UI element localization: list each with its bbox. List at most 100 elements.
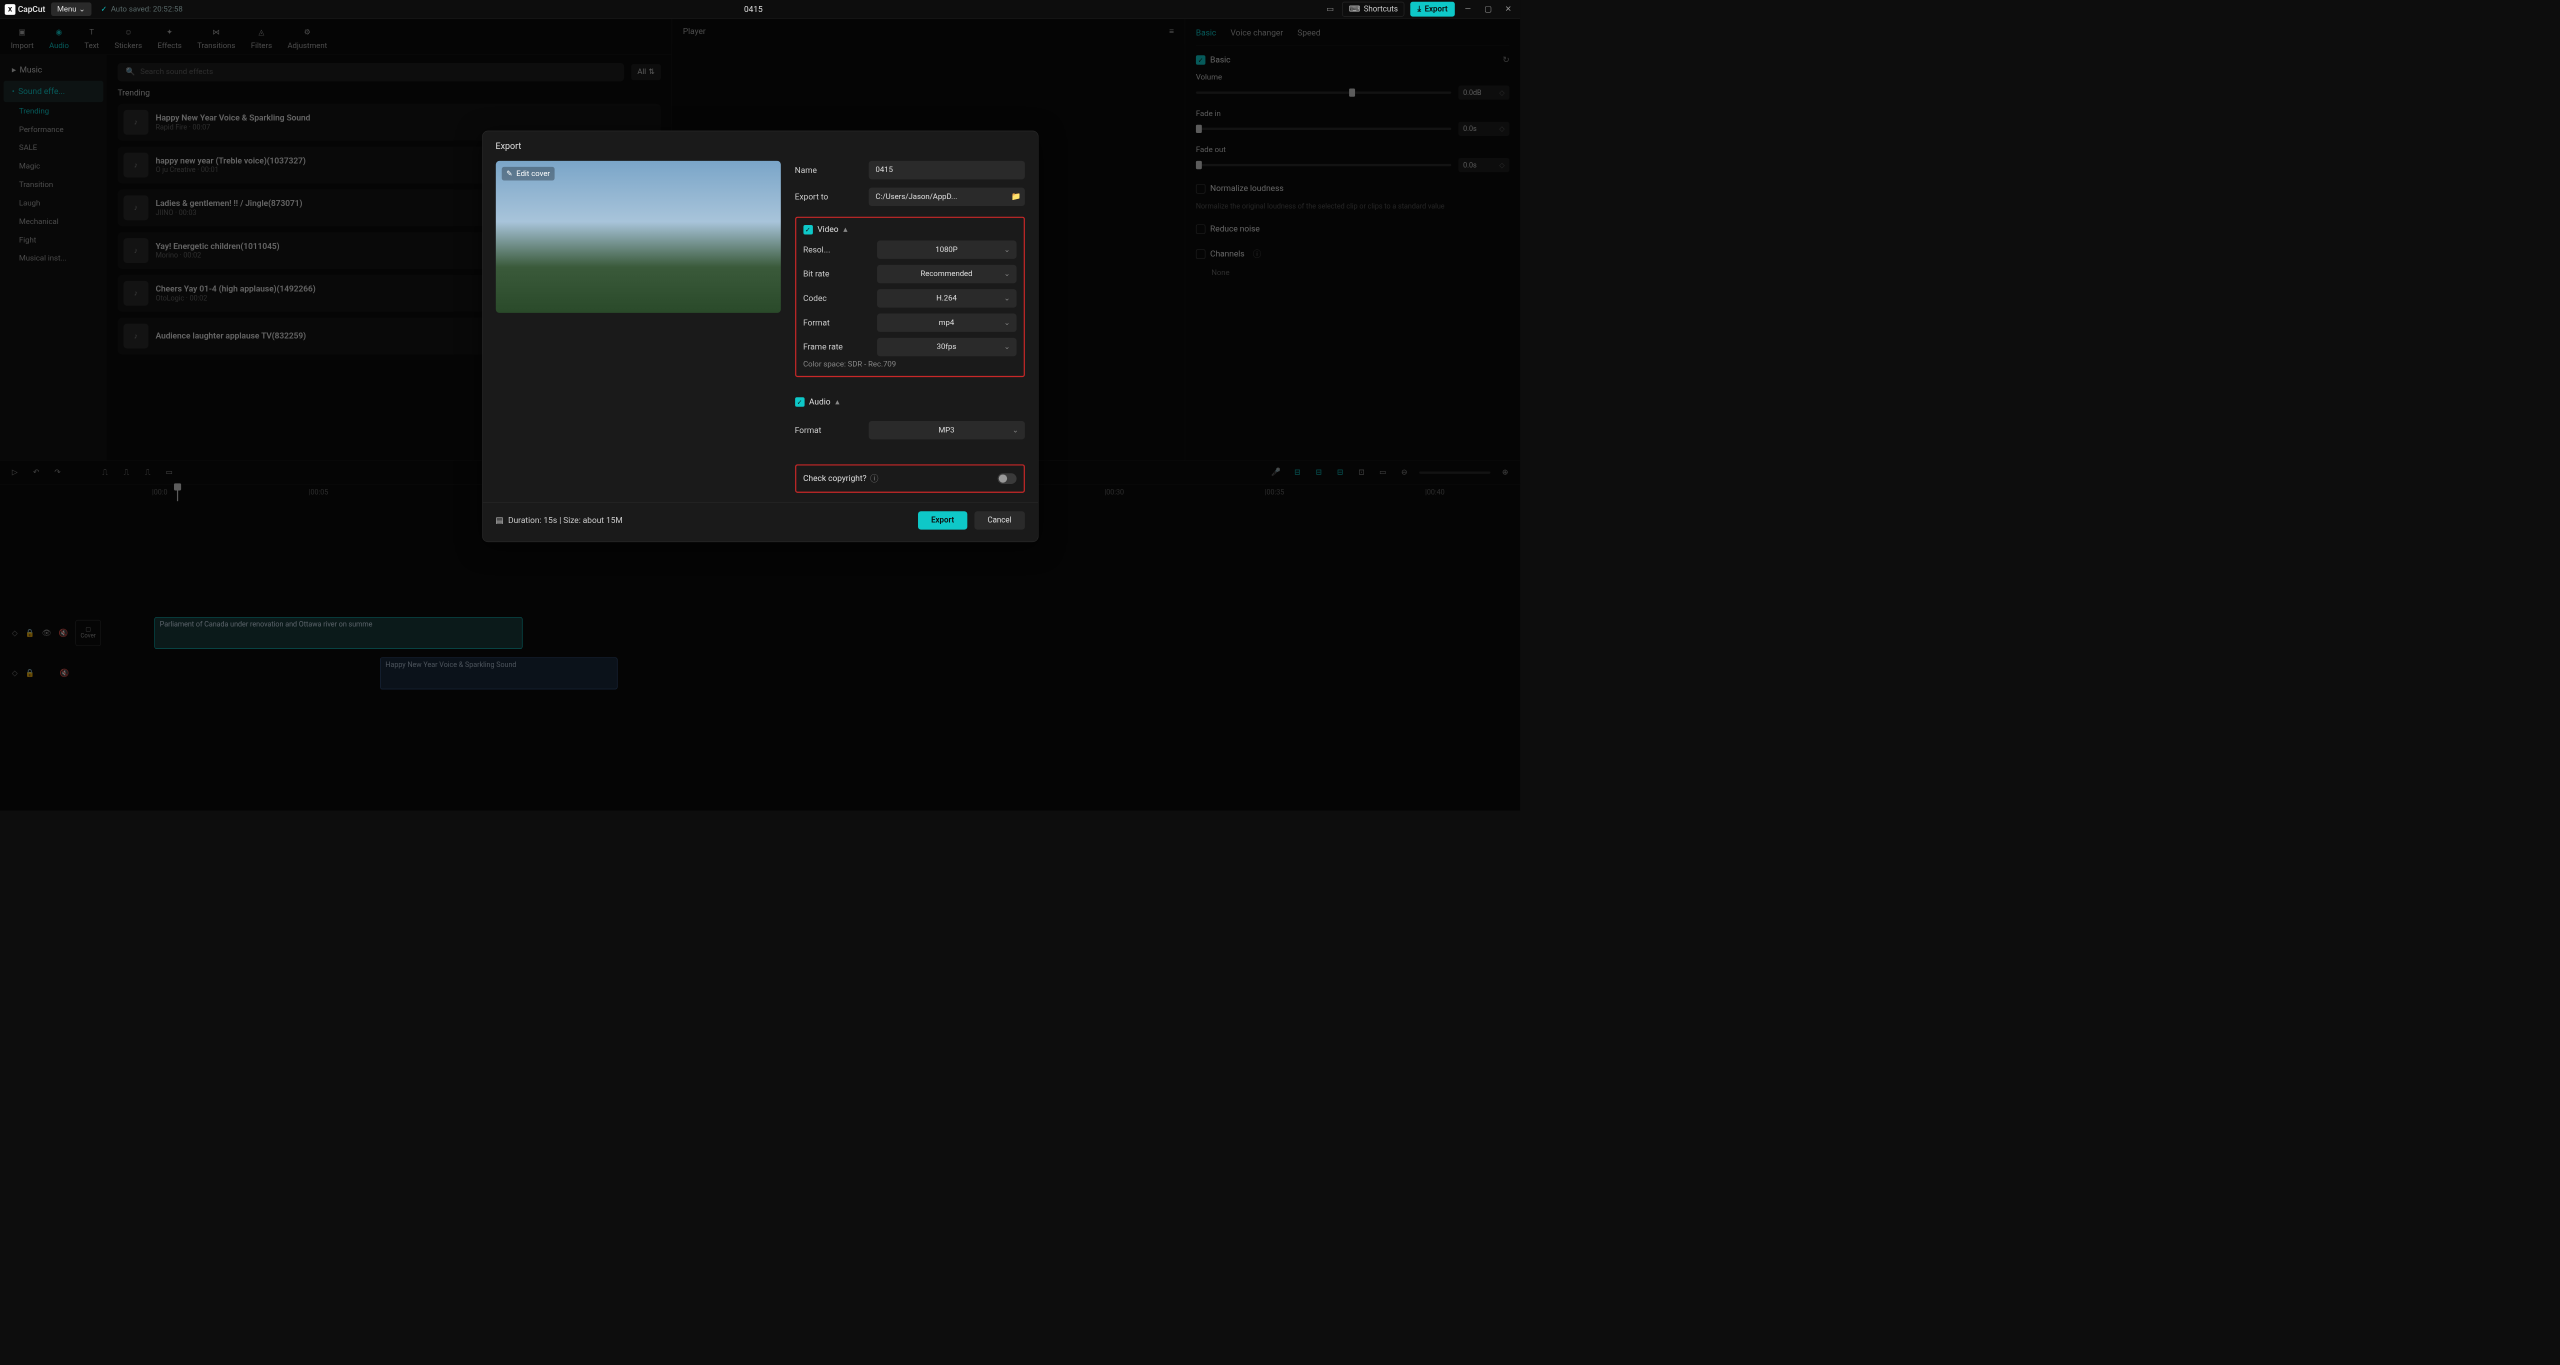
tab-import[interactable]: ▣Import bbox=[11, 25, 34, 51]
tl-tool-a[interactable]: ⊟ bbox=[1291, 468, 1304, 477]
zoom-slider[interactable] bbox=[1419, 471, 1490, 473]
framerate-select[interactable]: 30fps⌄ bbox=[877, 338, 1017, 356]
checkbox-icon[interactable]: ✓ bbox=[1196, 55, 1206, 65]
fadein-value[interactable]: 0.0s◇ bbox=[1458, 122, 1509, 136]
zoom-in[interactable]: ⊕ bbox=[1499, 468, 1512, 477]
tab-transitions[interactable]: ⋈Transitions bbox=[197, 25, 235, 51]
fadeout-label: Fade out bbox=[1196, 145, 1510, 154]
track-toggle-icon[interactable]: ◇ bbox=[12, 669, 18, 678]
sidebar-sub-magic[interactable]: Magic bbox=[4, 157, 104, 175]
reset-icon[interactable]: ↻ bbox=[1502, 55, 1509, 65]
sidebar-sub-performance[interactable]: Performance bbox=[4, 121, 104, 139]
delete-tool[interactable]: ▭ bbox=[163, 468, 176, 477]
filter-all[interactable]: All ⇅ bbox=[631, 64, 661, 80]
mute-icon[interactable]: 🔇 bbox=[59, 669, 69, 678]
layout-icon[interactable]: ▭ bbox=[1324, 2, 1336, 16]
chevron-up-icon[interactable]: ▴ bbox=[835, 397, 839, 407]
transitions-icon: ⋈ bbox=[209, 25, 223, 39]
export-button-top[interactable]: ⤓ Export bbox=[1410, 2, 1454, 17]
audio-clip[interactable]: Happy New Year Voice & Sparkling Sound bbox=[380, 657, 618, 689]
sidebar-sub-laugh[interactable]: Laugh bbox=[4, 194, 104, 212]
exportto-path[interactable]: C:/Users/Jason/AppD...📁 bbox=[868, 188, 1024, 206]
info-icon[interactable]: ⓘ bbox=[1253, 248, 1261, 260]
lock-icon[interactable]: 🔒 bbox=[25, 669, 35, 678]
chevron-up-icon[interactable]: ▴ bbox=[843, 225, 847, 235]
aformat-label: Format bbox=[795, 425, 860, 435]
redo-button[interactable]: ↷ bbox=[51, 468, 64, 477]
music-note-icon: ♪ bbox=[124, 153, 149, 178]
checkbox-icon[interactable]: ✓ bbox=[803, 225, 813, 235]
props-tab-voice[interactable]: Voice changer bbox=[1231, 29, 1284, 39]
cancel-button[interactable]: Cancel bbox=[974, 511, 1024, 529]
volume-value[interactable]: 0.0dB◇ bbox=[1458, 86, 1509, 100]
tl-tool-d[interactable]: ⊡ bbox=[1355, 468, 1368, 477]
split-tool[interactable]: ⎍ bbox=[99, 468, 112, 477]
track-toggle-icon[interactable]: ◇ bbox=[12, 629, 18, 638]
stepper-icon[interactable]: ◇ bbox=[1499, 125, 1504, 133]
tl-tool-e[interactable]: ▭ bbox=[1376, 468, 1389, 477]
info-icon[interactable]: ⓘ bbox=[870, 473, 878, 485]
aformat-select[interactable]: MP3⌄ bbox=[868, 421, 1024, 439]
tl-tool-c[interactable]: ⊟ bbox=[1334, 468, 1347, 477]
bitrate-select[interactable]: Recommended⌄ bbox=[877, 265, 1017, 283]
export-confirm-button[interactable]: Export bbox=[918, 511, 967, 529]
playhead[interactable] bbox=[177, 485, 178, 502]
tab-effects[interactable]: ✦Effects bbox=[158, 25, 182, 51]
checkbox-off-icon[interactable] bbox=[1196, 249, 1206, 259]
vformat-select[interactable]: mp4⌄ bbox=[877, 314, 1017, 332]
zoom-out[interactable]: ⊖ bbox=[1398, 468, 1411, 477]
resolution-select[interactable]: 1080P⌄ bbox=[877, 240, 1017, 258]
maximize-button[interactable]: ▢ bbox=[1481, 2, 1495, 16]
ruler-tick: |00:05 bbox=[309, 488, 328, 496]
tab-adjustment[interactable]: ⚙Adjustment bbox=[288, 25, 328, 51]
sidebar-sub-musical[interactable]: Musical inst... bbox=[4, 249, 104, 267]
props-tab-basic[interactable]: Basic bbox=[1196, 29, 1216, 39]
sidebar-sub-sale[interactable]: SALE bbox=[4, 139, 104, 157]
sidebar-sub-fight[interactable]: Fight bbox=[4, 231, 104, 249]
sidebar-sub-trending[interactable]: Trending bbox=[4, 102, 104, 120]
search-input[interactable]: 🔍 Search sound effects bbox=[118, 63, 625, 81]
volume-slider[interactable] bbox=[1196, 91, 1451, 93]
tab-text[interactable]: TText bbox=[84, 25, 99, 51]
sidebar-item-sound-effects[interactable]: •Sound effe... bbox=[4, 81, 104, 102]
lock-icon[interactable]: 🔒 bbox=[25, 629, 35, 638]
sidebar-item-music[interactable]: ▸Music bbox=[4, 59, 104, 80]
mute-icon[interactable]: 🔇 bbox=[59, 629, 69, 638]
eye-icon[interactable]: 👁 bbox=[42, 629, 52, 638]
video-clip[interactable]: Parliament of Canada under renovation an… bbox=[154, 617, 522, 649]
cover-button[interactable]: ▢Cover bbox=[75, 620, 101, 646]
split-right-tool[interactable]: ⎍ bbox=[141, 468, 154, 477]
folder-button[interactable]: 📁 bbox=[1011, 192, 1021, 201]
edit-cover-button[interactable]: ✎Edit cover bbox=[501, 167, 554, 181]
checkbox-off-icon[interactable] bbox=[1196, 224, 1206, 234]
split-left-tool[interactable]: ⎍ bbox=[120, 468, 133, 477]
stepper-icon[interactable]: ◇ bbox=[1499, 88, 1504, 96]
tl-tool-b[interactable]: ⊟ bbox=[1312, 468, 1325, 477]
fadeout-slider[interactable] bbox=[1196, 164, 1451, 166]
checkbox-off-icon[interactable] bbox=[1196, 184, 1206, 194]
tab-filters[interactable]: ◬Filters bbox=[251, 25, 272, 51]
undo-button[interactable]: ↶ bbox=[30, 468, 43, 477]
menu-button[interactable]: Menu⌄ bbox=[51, 2, 91, 16]
chevron-down-icon: ⌄ bbox=[79, 5, 85, 14]
mic-icon[interactable]: 🎤 bbox=[1270, 468, 1283, 477]
sidebar-sub-transition[interactable]: Transition bbox=[4, 176, 104, 194]
player-menu-icon[interactable]: ≡ bbox=[1169, 26, 1174, 36]
name-input[interactable] bbox=[868, 161, 1024, 179]
tab-stickers[interactable]: ☺Stickers bbox=[115, 25, 143, 51]
shortcuts-button[interactable]: ⌨ Shortcuts bbox=[1342, 2, 1404, 17]
fadeout-value[interactable]: 0.0s◇ bbox=[1458, 158, 1509, 172]
props-tab-speed[interactable]: Speed bbox=[1297, 29, 1320, 39]
pointer-tool[interactable]: ▷ bbox=[8, 468, 21, 477]
checkbox-icon[interactable]: ✓ bbox=[795, 397, 805, 407]
fadein-slider[interactable] bbox=[1196, 128, 1451, 130]
sidebar-sub-mechanical[interactable]: Mechanical bbox=[4, 213, 104, 231]
tab-audio[interactable]: ◉Audio bbox=[49, 25, 69, 51]
stepper-icon[interactable]: ◇ bbox=[1499, 161, 1504, 169]
copyright-toggle[interactable] bbox=[997, 473, 1016, 484]
close-button[interactable]: ✕ bbox=[1501, 2, 1515, 16]
project-title: 0415 bbox=[183, 4, 1324, 14]
codec-select[interactable]: H.264⌄ bbox=[877, 289, 1017, 307]
minimize-button[interactable]: — bbox=[1461, 2, 1475, 16]
audio-group-label: Audio bbox=[809, 397, 830, 407]
